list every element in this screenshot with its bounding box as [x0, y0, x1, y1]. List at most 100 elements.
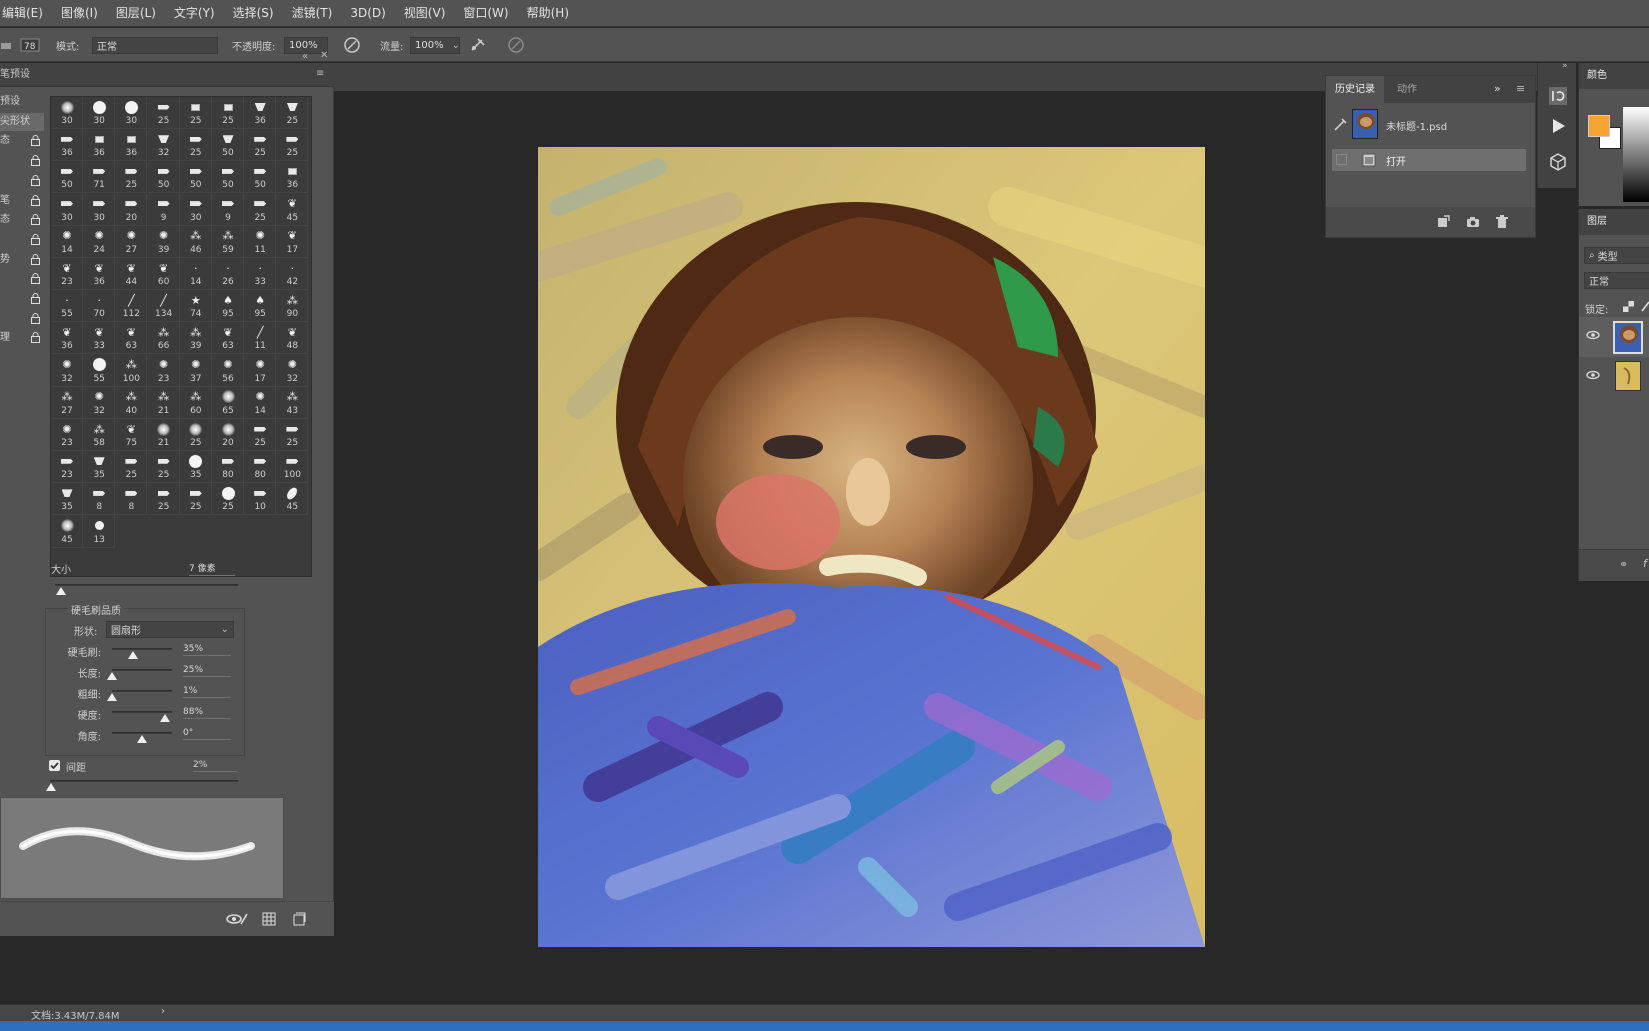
menu-item[interactable]: 图层(L)	[107, 0, 165, 27]
brush-tip[interactable]: ❦ 45	[276, 193, 309, 226]
brush-tip[interactable]: 8	[115, 483, 148, 516]
brush-setting-item[interactable]: 尖形状	[0, 112, 44, 131]
spacing-slider-track[interactable]	[50, 780, 238, 782]
brush-tip[interactable]: ✺ 14	[244, 386, 277, 419]
brush-tip[interactable]: ⁂ 46	[179, 225, 212, 258]
brush-tip[interactable]: 21	[147, 419, 180, 451]
brush-tip[interactable]: 23	[51, 451, 83, 484]
brush-tip[interactable]: ⁂ 39	[179, 322, 212, 355]
lock-icon[interactable]	[31, 233, 40, 245]
expand-panels-icon[interactable]: »	[1562, 61, 1568, 71]
brush-tip[interactable]: 80	[212, 451, 244, 484]
layer-row-background[interactable]	[1579, 359, 1649, 395]
brush-tip[interactable]: 36	[51, 129, 83, 162]
brush-setting-item[interactable]: 态	[0, 132, 44, 150]
brush-tip[interactable]: 9	[147, 193, 180, 226]
brush-tip[interactable]: 36	[276, 161, 309, 194]
brush-tip[interactable]: · 70	[83, 290, 116, 323]
brush-tip[interactable]: 50	[179, 161, 212, 194]
link-icon[interactable]: ⚭	[1619, 558, 1628, 571]
delete-state-button[interactable]	[1495, 215, 1509, 232]
close-icon[interactable]: ✕	[320, 50, 328, 61]
brush-setting-item[interactable]	[0, 231, 44, 249]
lock-icon[interactable]	[31, 293, 40, 304]
brush-tip[interactable]: 25	[244, 129, 277, 162]
brush-tip[interactable]: 25	[179, 419, 212, 451]
lock-transparent-button[interactable]	[1623, 301, 1634, 315]
brush-tip[interactable]: ✺ 32	[276, 354, 309, 387]
bristle-slider-thumb[interactable]	[137, 735, 147, 743]
new-preset-button[interactable]	[292, 912, 306, 929]
lock-icon[interactable]	[31, 253, 40, 265]
snapshot-button[interactable]	[1466, 215, 1480, 232]
panel-menu-icon[interactable]: ≡	[316, 68, 324, 79]
brush-tip[interactable]: 100	[276, 451, 309, 484]
brush-tip[interactable]: · 26	[212, 258, 244, 290]
brush-setting-item[interactable]: 态	[0, 211, 44, 229]
brush-tip[interactable]: 30	[83, 97, 116, 129]
brush-tip[interactable]: 50	[147, 161, 180, 194]
brush-setting-item[interactable]	[0, 270, 44, 288]
fx-icon[interactable]: f	[1643, 557, 1647, 570]
layer-row-painting[interactable]	[1579, 317, 1649, 357]
brush-tip[interactable]: ⁂ 59	[212, 225, 244, 258]
visibility-eye-icon[interactable]	[1586, 330, 1600, 343]
brush-tip[interactable]: 20	[212, 419, 244, 451]
brush-tip[interactable]: 25	[212, 97, 244, 129]
brush-tip[interactable]: ✺ 37	[179, 354, 212, 387]
bristle-value[interactable]: 35%	[183, 644, 231, 656]
brush-tip[interactable]: ⁂ 27	[51, 386, 83, 419]
bristle-slider-thumb[interactable]	[159, 714, 170, 722]
lock-icon[interactable]	[31, 214, 40, 226]
brush-tip[interactable]: 30	[51, 97, 83, 129]
lock-icon[interactable]	[31, 273, 40, 285]
brush-tip[interactable]: ❦ 44	[115, 258, 148, 290]
brush-tip[interactable]: 35	[83, 451, 116, 484]
panel-menu-icon[interactable]: ≡	[1516, 82, 1525, 95]
brush-tip[interactable]: 36	[83, 129, 116, 162]
lock-icon[interactable]	[31, 155, 40, 167]
brush-tip[interactable]: ⁂ 21	[147, 386, 180, 419]
size-value[interactable]: 7 像素	[189, 561, 235, 576]
brush-tip[interactable]: ❦ 17	[276, 225, 309, 258]
shape-select[interactable]: 圆扇形 ⌄	[106, 621, 234, 638]
brush-tip[interactable]: ╱ 11	[244, 322, 277, 355]
brush-tip[interactable]: ❦ 48	[276, 322, 309, 355]
brush-setting-item[interactable]: 笔	[0, 192, 44, 210]
brush-tip[interactable]: 25	[244, 193, 277, 226]
menu-item[interactable]: 编辑(E)	[0, 0, 52, 27]
brush-tip[interactable]: · 33	[244, 258, 277, 290]
brush-tip[interactable]: 25	[244, 419, 277, 451]
menu-item[interactable]: 滤镜(T)	[283, 0, 342, 27]
brush-tip[interactable]: 50	[212, 129, 244, 162]
brush-tip[interactable]: 25	[212, 483, 244, 516]
brush-tip[interactable]: ⁂ 66	[147, 322, 180, 355]
spacing-slider-thumb[interactable]	[46, 783, 56, 791]
lock-icon[interactable]	[31, 312, 40, 324]
bristle-slider-track[interactable]	[112, 732, 172, 734]
tool-preset-picker[interactable]	[0, 28, 12, 62]
blend-mode-select[interactable]: 正常	[1584, 272, 1649, 289]
menu-item[interactable]: 窗口(W)	[454, 0, 517, 27]
flow-field[interactable]: 100% ⌄	[410, 36, 460, 54]
pressure-size-button[interactable]	[506, 28, 526, 62]
brush-tip[interactable]: 25	[147, 451, 180, 484]
brush-tip[interactable]: ♠ 95	[212, 290, 244, 323]
brush-tip[interactable]: ✺ 23	[147, 354, 180, 387]
brush-tip[interactable]: 30	[115, 97, 148, 129]
foreground-color-swatch[interactable]	[1588, 115, 1610, 137]
spacing-checkbox[interactable]	[49, 760, 60, 771]
history-source-checkbox[interactable]	[1336, 154, 1347, 165]
bristle-value[interactable]: 88%	[183, 707, 231, 719]
mode-select[interactable]: 正常	[92, 36, 218, 54]
brush-tip[interactable]: 32	[147, 129, 180, 162]
brush-tip[interactable]: · 42	[276, 258, 309, 290]
brush-tip[interactable]: 25	[147, 97, 180, 129]
pressure-opacity-button[interactable]	[342, 28, 362, 62]
document-canvas[interactable]	[538, 147, 1205, 947]
brush-tip[interactable]: ✺ 56	[212, 354, 244, 387]
brush-tip[interactable]: ✺ 24	[83, 225, 116, 258]
brush-tip[interactable]: ❦ 75	[115, 419, 148, 451]
brush-tip[interactable]: ⁂ 40	[115, 386, 148, 419]
bristle-slider-thumb[interactable]	[128, 651, 138, 659]
